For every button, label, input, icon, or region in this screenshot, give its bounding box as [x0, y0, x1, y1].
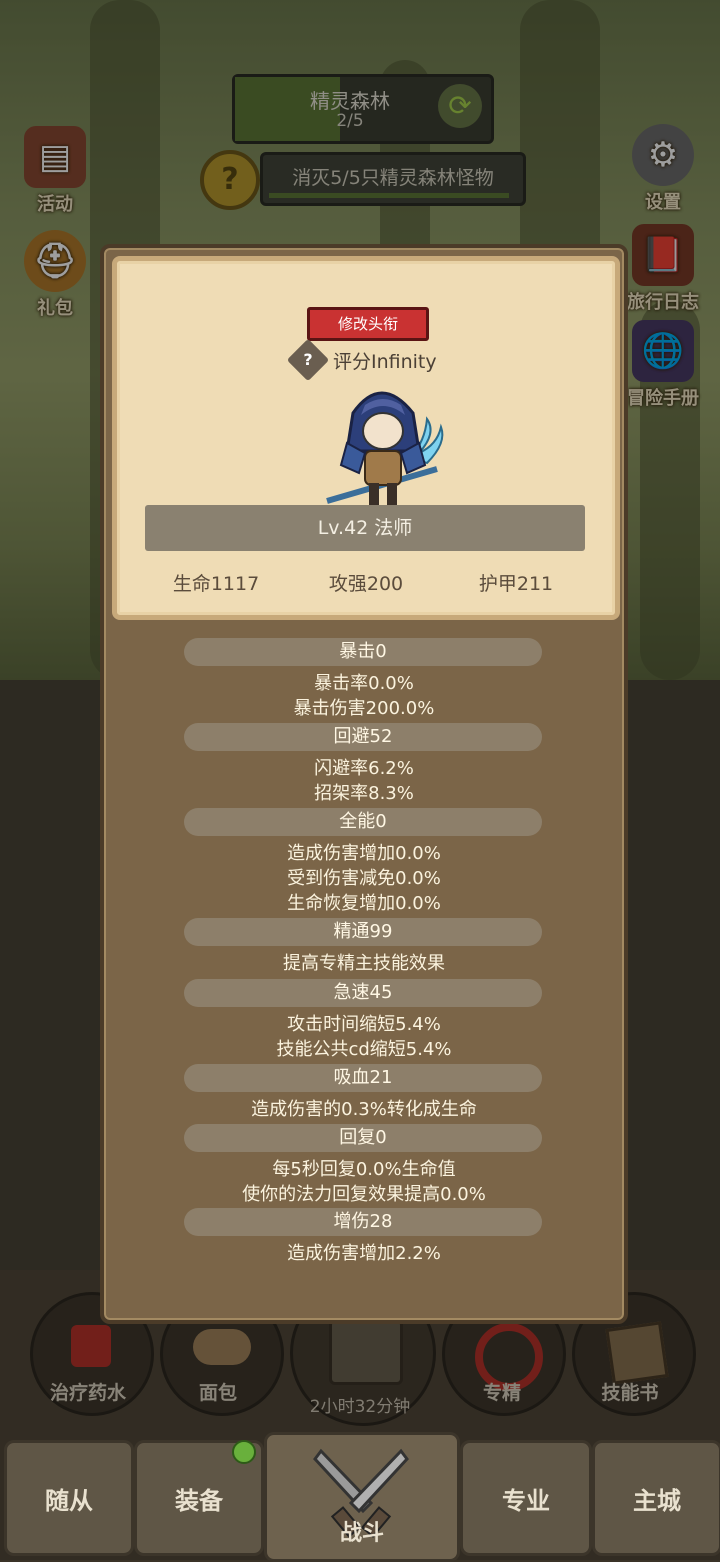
attack-time-line: 攻击时间缩短5.4%	[287, 1014, 441, 1035]
damage-reduction-line: 受到伤害减免0.0%	[287, 868, 441, 889]
nav-profession[interactable]: 专业	[460, 1440, 592, 1556]
nav-battle[interactable]: 战斗	[264, 1432, 460, 1562]
nav-followers-label: 随从	[45, 1487, 93, 1515]
crit-damage-line: 暴击伤害200.0%	[293, 698, 435, 719]
nav-main-city-label: 主城	[633, 1487, 681, 1515]
avoidance-header: 回避52	[184, 723, 542, 751]
score-text: 评分Infinity	[333, 351, 437, 373]
armor-stat: 护甲211	[478, 573, 554, 595]
mage-character-sprite	[326, 391, 444, 505]
nav-main-city[interactable]: 主城	[592, 1440, 720, 1556]
global-cd-line: 技能公共cd缩短5.4%	[276, 1039, 452, 1060]
character-stats-modal: 修改头衔 ? 评分Infinity Lv.42 法师 生命1117 攻强200 …	[100, 244, 628, 1324]
nav-equipment-label: 装备	[175, 1487, 223, 1515]
parry-rate-line: 招架率8.3%	[314, 783, 414, 804]
nav-profession-label: 专业	[502, 1487, 550, 1515]
level-class-bar: Lv.42 法师	[145, 505, 585, 551]
crit-header: 暴击0	[184, 638, 542, 666]
healing-increase-line: 生命恢复增加0.0%	[287, 893, 441, 914]
edit-title-button[interactable]: 修改头衔	[307, 307, 429, 341]
damage-bonus-line: 造成伤害增加2.2%	[287, 1243, 441, 1264]
damage-increase-line: 造成伤害增加0.0%	[287, 843, 441, 864]
lifesteal-header: 吸血21	[184, 1064, 542, 1092]
mastery-effect-line: 提高专精主技能效果	[283, 953, 445, 974]
attack-power-stat: 攻强200	[328, 573, 404, 595]
hp-regen-line: 每5秒回复0.0%生命值	[272, 1159, 456, 1180]
hp-stat: 生命1117	[172, 573, 260, 595]
damage-bonus-header: 增伤28	[184, 1208, 542, 1236]
regen-header: 回复0	[184, 1124, 542, 1152]
mastery-header: 精通99	[184, 918, 542, 946]
versatility-header: 全能0	[184, 808, 542, 836]
nav-followers[interactable]: 随从	[4, 1440, 134, 1556]
nav-battle-label: 战斗	[339, 1521, 384, 1546]
haste-header: 急速45	[184, 979, 542, 1007]
mana-regen-line: 使你的法力回复效果提高0.0%	[242, 1184, 486, 1205]
crit-rate-line: 暴击率0.0%	[314, 673, 414, 694]
portrait-card: 修改头衔 ? 评分Infinity Lv.42 法师 生命1117 攻强200 …	[112, 256, 620, 620]
dodge-rate-line: 闪避率6.2%	[314, 758, 414, 779]
lifesteal-effect-line: 造成伤害的0.3%转化成生命	[251, 1099, 477, 1120]
notification-dot	[232, 1440, 256, 1464]
